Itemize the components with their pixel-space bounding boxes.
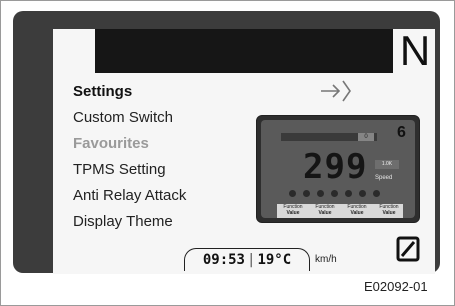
figure-code: E02092-01 [364, 279, 428, 294]
preview-indicator-icon [359, 190, 366, 197]
theme-preview-thumbnail: 0 6 1.0K 299 Speed Function Value Functio… [256, 115, 420, 223]
preview-function-1: Function Value [283, 204, 303, 216]
preview-screen: 0 6 1.0K 299 Speed Function Value Functio… [261, 120, 415, 218]
preview-gear: 6 [397, 124, 406, 141]
preview-indicator-icon [303, 190, 310, 197]
preview-function-3: Function Value [347, 204, 367, 216]
bottom-status-pill: 09:53 | 19°C [184, 248, 310, 271]
preview-indicator-icon [331, 190, 338, 197]
top-status-bar [95, 29, 393, 73]
zero-slash-icon [396, 236, 420, 262]
clock-time: 09:53 [202, 252, 245, 268]
ambient-temperature: 19°C [257, 252, 292, 268]
preview-speed-unit: Speed [375, 175, 393, 181]
preview-warning-icons [289, 190, 389, 200]
speed-unit-label: km/h [315, 254, 337, 265]
preview-function-2: Function Value [315, 204, 335, 216]
preview-function-strip: Function Value Function Value Function Valu… [277, 204, 403, 218]
menu-item-display-theme[interactable]: Display Theme [73, 209, 273, 235]
preview-indicator-icon [289, 190, 296, 197]
preview-badge: 1.0K [375, 160, 399, 169]
menu-item-anti-relay-attack[interactable]: Anti Relay Attack [73, 183, 273, 209]
status-separator: | [247, 252, 256, 268]
enter-arrow-icon[interactable] [319, 77, 353, 105]
preview-speed: 299 [303, 147, 368, 187]
display-bezel: N Settings Custom Switch Favourites TPMS… [13, 11, 440, 274]
preview-indicator-icon [373, 190, 380, 197]
menu-item-favourites[interactable]: Favourites [73, 131, 273, 157]
menu-item-tpms-setting[interactable]: TPMS Setting [73, 157, 273, 183]
preview-function-4: Function Value [379, 204, 399, 216]
preview-indicator-icon [345, 190, 352, 197]
gear-indicator: N [399, 27, 431, 74]
preview-bar-box: 0 [358, 133, 374, 141]
settings-menu: Settings Custom Switch Favourites TPMS S… [73, 79, 273, 235]
preview-indicator-icon [317, 190, 324, 197]
menu-item-custom-switch[interactable]: Custom Switch [73, 105, 273, 131]
menu-heading: Settings [73, 83, 133, 100]
